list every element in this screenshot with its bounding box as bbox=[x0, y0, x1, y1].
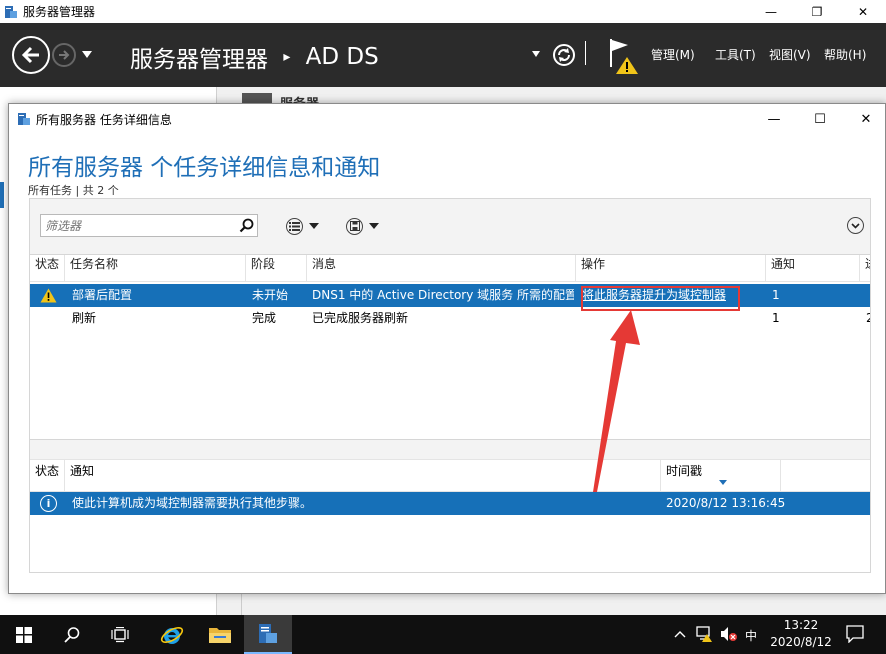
dialog-minimize-button[interactable]: — bbox=[751, 104, 797, 134]
dialog-app-icon bbox=[17, 112, 31, 126]
menu-view[interactable]: 视图(V) bbox=[769, 46, 811, 63]
taskbar: 中 13:22 2020/8/12 bbox=[0, 615, 886, 654]
notification-text: 使此计算机成为域控制器需要执行其他步骤。 bbox=[72, 496, 313, 510]
col-message[interactable]: 消息 bbox=[307, 255, 576, 282]
search-icon[interactable] bbox=[238, 217, 255, 234]
col-task-name[interactable]: 任务名称 bbox=[65, 255, 246, 282]
restore-button[interactable]: ❐ bbox=[794, 0, 840, 23]
breadcrumb: 服务器管理器 ▸ AD DS bbox=[130, 40, 379, 74]
refresh-icon[interactable] bbox=[552, 43, 576, 67]
task-stage: 未开始 bbox=[252, 288, 289, 302]
dialog-heading: 所有服务器 个任务详细信息和通知 bbox=[28, 155, 381, 181]
task-name: 部署后配置 bbox=[72, 288, 133, 302]
tasks-table-header: 状态 任务名称 阶段 消息 操作 通知 进 bbox=[30, 255, 870, 282]
table-row[interactable]: 刷新 完成 已完成服务器刷新 1 2 bbox=[30, 307, 870, 330]
task-stage: 完成 bbox=[252, 311, 277, 325]
forward-button[interactable] bbox=[52, 43, 76, 67]
task-progress: 2 bbox=[866, 307, 870, 330]
dialog-subtitle: 所有任务 | 共 2 个 bbox=[28, 184, 119, 197]
task-view-button[interactable] bbox=[96, 615, 144, 654]
back-button[interactable] bbox=[12, 36, 50, 74]
breadcrumb-root[interactable]: 服务器管理器 bbox=[130, 47, 268, 73]
chevron-down-icon bbox=[369, 223, 379, 229]
server-manager-icon bbox=[4, 5, 18, 19]
taskbar-explorer-button[interactable] bbox=[196, 615, 244, 654]
menu-manage[interactable]: 管理(M) bbox=[651, 46, 695, 63]
internet-explorer-icon bbox=[160, 626, 184, 644]
server-manager-header: 服务器管理器 ▸ AD DS 管理(M) 工具(T) 视图(V) 帮助(H) bbox=[0, 23, 886, 87]
ime-indicator[interactable]: 中 bbox=[745, 627, 757, 644]
tray-volume-muted-icon[interactable] bbox=[720, 626, 738, 645]
tasks-toolbar bbox=[29, 198, 871, 254]
tray-overflow-icon[interactable] bbox=[674, 627, 686, 641]
sidebar-selection-marker bbox=[0, 182, 4, 208]
tray-clock[interactable]: 13:22 2020/8/12 bbox=[766, 617, 836, 651]
col-stage[interactable]: 阶段 bbox=[246, 255, 307, 282]
table-row[interactable]: 部署后配置 未开始 DNS1 中的 Active Directory 域服务 所… bbox=[30, 284, 870, 307]
arrow-right-icon bbox=[59, 50, 70, 60]
dialog-maximize-button[interactable]: ☐ bbox=[797, 104, 843, 134]
dialog-title: 所有服务器 任务详细信息 bbox=[36, 112, 172, 127]
clock-date: 2020/8/12 bbox=[770, 635, 832, 649]
col-notif-status[interactable]: 状态 bbox=[30, 460, 65, 492]
col-progress[interactable]: 进 bbox=[860, 255, 870, 282]
col-notif-timestamp[interactable]: 时间戳 bbox=[661, 460, 781, 492]
promote-domain-controller-link[interactable]: 将此服务器提升为域控制器 bbox=[582, 284, 726, 307]
taskbar-search-button[interactable] bbox=[48, 615, 96, 654]
window-title: 服务器管理器 bbox=[23, 5, 96, 19]
task-message: DNS1 中的 Active Directory 域服务 所需的配置 bbox=[312, 288, 574, 302]
tray-network-warning-icon[interactable] bbox=[696, 625, 712, 646]
col-notifications[interactable]: 通知 bbox=[766, 255, 860, 282]
task-message: 已完成服务器刷新 bbox=[312, 311, 409, 325]
windows-logo-icon bbox=[16, 626, 32, 643]
warning-icon bbox=[40, 288, 57, 304]
save-query-button[interactable] bbox=[346, 216, 379, 236]
header-divider bbox=[585, 41, 586, 65]
start-button[interactable] bbox=[0, 615, 48, 654]
arrow-left-icon bbox=[21, 46, 39, 64]
notifications-panel: 状态 通知 时间戳 i 使此计算机成为域控制器需要执行其他步骤。 2020/8/… bbox=[29, 439, 871, 573]
task-name: 刷新 bbox=[72, 311, 97, 325]
expand-collapse-icon[interactable] bbox=[847, 217, 864, 234]
task-notifications: 1 bbox=[772, 288, 780, 302]
minimize-button[interactable]: — bbox=[748, 0, 794, 23]
breadcrumb-current: AD DS bbox=[305, 44, 379, 70]
folder-icon bbox=[209, 627, 231, 643]
list-options-button[interactable] bbox=[286, 216, 319, 236]
breadcrumb-dropdown-icon[interactable] bbox=[532, 51, 540, 57]
menu-help[interactable]: 帮助(H) bbox=[824, 46, 866, 63]
task-details-dialog: 所有服务器 任务详细信息 — ☐ ✕ 所有服务器 个任务详细信息和通知 所有任务… bbox=[8, 103, 886, 594]
notifications-toolbar bbox=[30, 440, 870, 460]
col-status[interactable]: 状态 bbox=[30, 255, 65, 282]
close-button[interactable]: ✕ bbox=[840, 0, 886, 23]
breadcrumb-separator: ▸ bbox=[283, 49, 291, 65]
dialog-titlebar: 所有服务器 任务详细信息 — ☐ ✕ bbox=[9, 104, 885, 134]
chevron-down-icon bbox=[309, 223, 319, 229]
history-dropdown-icon[interactable] bbox=[82, 51, 92, 58]
window-titlebar: 服务器管理器 — ❐ ✕ bbox=[0, 0, 886, 23]
dialog-close-button[interactable]: ✕ bbox=[843, 104, 886, 134]
list-icon bbox=[286, 217, 303, 235]
taskbar-ie-button[interactable] bbox=[148, 615, 196, 654]
save-icon bbox=[346, 217, 363, 235]
task-view-icon bbox=[111, 626, 129, 642]
taskbar-server-manager-button[interactable] bbox=[244, 615, 292, 654]
info-icon: i bbox=[40, 495, 57, 512]
filter-box bbox=[40, 214, 258, 237]
notification-row[interactable]: i 使此计算机成为域控制器需要执行其他步骤。 2020/8/12 13:16:4… bbox=[30, 492, 870, 515]
notifications-flag-icon[interactable] bbox=[608, 37, 640, 75]
col-notif-text[interactable]: 通知 bbox=[65, 460, 661, 492]
task-notifications: 1 bbox=[772, 311, 780, 325]
col-action[interactable]: 操作 bbox=[576, 255, 766, 282]
notification-timestamp: 2020/8/12 13:16:45 bbox=[666, 496, 786, 510]
clock-time: 13:22 bbox=[783, 618, 819, 632]
action-center-icon[interactable] bbox=[846, 625, 864, 646]
filter-input[interactable] bbox=[41, 215, 231, 236]
notifications-table-header: 状态 通知 时间戳 bbox=[30, 460, 870, 492]
search-icon bbox=[64, 626, 80, 643]
server-manager-icon bbox=[259, 623, 277, 643]
menu-tools[interactable]: 工具(T) bbox=[715, 46, 756, 63]
